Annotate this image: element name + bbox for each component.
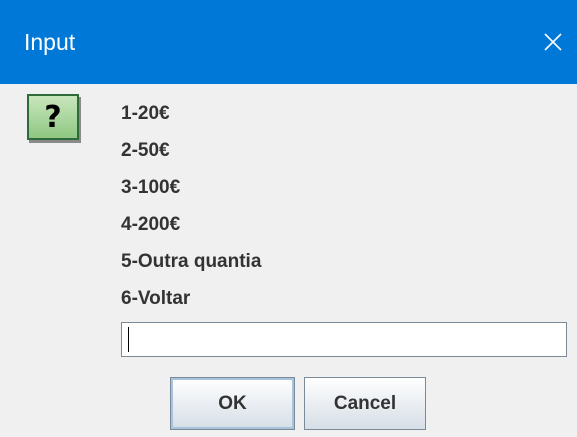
option-5: 5-Outra quantia: [121, 251, 262, 272]
close-button[interactable]: [529, 0, 577, 84]
window-title: Input: [24, 29, 76, 55]
input-field[interactable]: [121, 322, 567, 357]
question-icon: ?: [27, 94, 79, 140]
input-dialog: Input ? 1-20€ 2-50€ 3-100€ 4-200€ 5-Outr…: [0, 0, 577, 437]
option-4: 4-200€: [121, 214, 181, 235]
text-caret: [128, 327, 129, 352]
option-3: 3-100€: [121, 177, 181, 198]
title-bar[interactable]: Input: [0, 0, 577, 84]
close-icon: [544, 33, 562, 51]
ok-button[interactable]: OK: [170, 377, 295, 430]
options-list: 1-20€ 2-50€ 3-100€ 4-200€ 5-Outra quanti…: [121, 95, 261, 317]
option-1: 1-20€: [121, 103, 170, 124]
cancel-button[interactable]: Cancel: [304, 377, 426, 430]
option-2: 2-50€: [121, 140, 170, 161]
option-6: 6-Voltar: [121, 288, 191, 309]
